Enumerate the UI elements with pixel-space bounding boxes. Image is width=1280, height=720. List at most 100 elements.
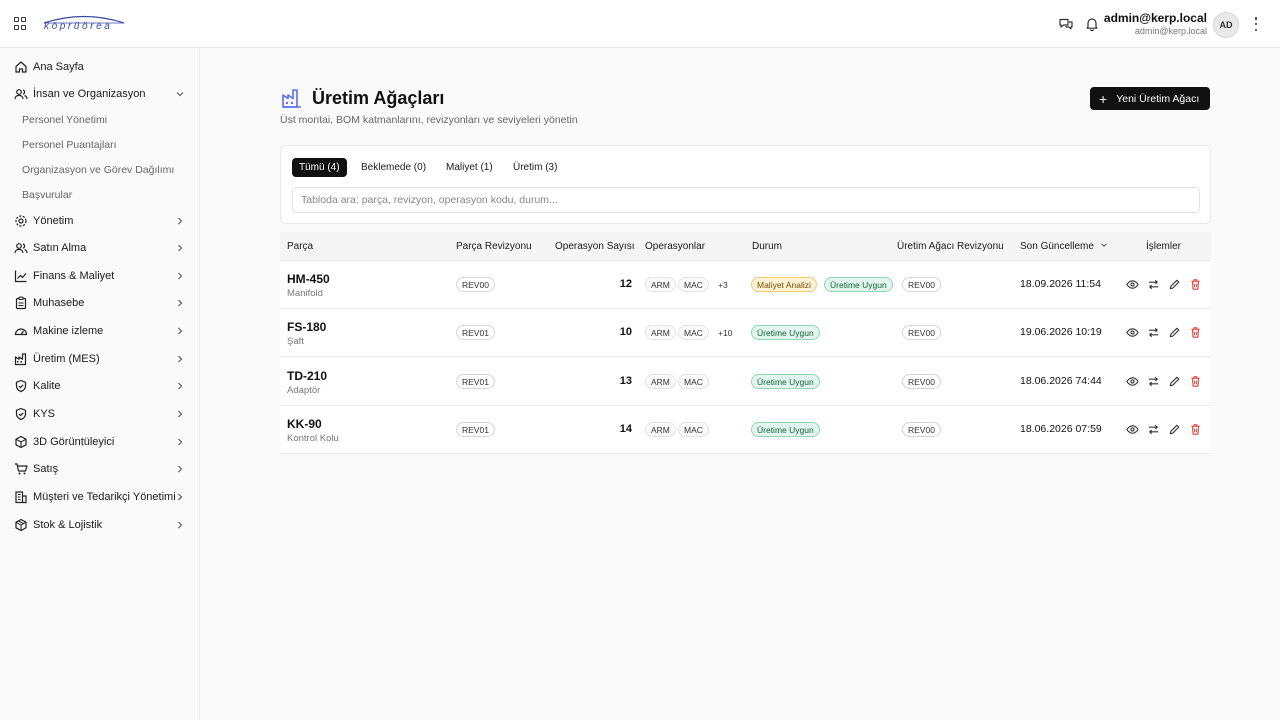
bell-icon[interactable] — [1084, 16, 1100, 32]
sidebar-item-satis[interactable]: Satış — [0, 457, 200, 481]
table-row[interactable]: TD-210 Adaptör REV01 13 ARM MAC Üretime … — [280, 358, 1211, 406]
logo[interactable]: köprüörea — [42, 14, 132, 36]
operation-chip: ARM — [645, 374, 676, 389]
page-subtitle: Üst montai, BOM katmanlarını, revizyonla… — [280, 114, 578, 126]
part-revision-badge: REV01 — [456, 374, 495, 389]
trash-icon[interactable] — [1189, 423, 1202, 436]
part-name: Kontrol Kolu — [287, 433, 339, 444]
operation-count: 14 — [619, 423, 632, 435]
last-updated: 18.06.2026 74:44 — [1020, 375, 1102, 387]
bom-revision-badge: REV00 — [902, 374, 941, 389]
column-header-uretim-agaci-revizyonu[interactable]: Üretim Ağacı Revizyonu — [897, 241, 1004, 252]
more-vertical-icon[interactable] — [1252, 17, 1260, 31]
sidebar-subitem-organizasyon[interactable]: Organizasyon ve Görev Dağılımı — [22, 164, 174, 176]
tab-uretim[interactable]: Üretim (3) — [506, 158, 564, 177]
trash-icon[interactable] — [1189, 326, 1202, 339]
edit-icon[interactable] — [1168, 278, 1181, 291]
column-header-son-guncelleme[interactable]: Son Güncelleme — [1020, 241, 1108, 252]
column-header-operasyonlar[interactable]: Operasyonlar — [645, 241, 705, 252]
cart-icon — [15, 463, 28, 475]
sidebar-item-label: Üretim (MES) — [33, 353, 100, 365]
eye-icon[interactable] — [1126, 278, 1139, 291]
operation-chip: MAC — [678, 374, 709, 389]
gauge-icon — [14, 328, 28, 336]
user-info[interactable]: admin@kerp.local admin@kerp.local — [1104, 11, 1207, 37]
trash-icon[interactable] — [1189, 278, 1202, 291]
sidebar-subitem-basvurular[interactable]: Başvurular — [22, 189, 72, 201]
users-icon — [14, 89, 28, 100]
sidebar-item-finans-maliyet[interactable]: Finans & Maliyet — [0, 264, 200, 288]
compare-arrows-icon[interactable] — [1147, 326, 1160, 339]
plus-icon: + — [1099, 90, 1108, 107]
table-row[interactable]: HM-450 Manifold REV00 12 ARM MAC +3 Mali… — [280, 261, 1211, 309]
sidebar-item-label: Müşteri ve Tedarikçi Yönetimi — [33, 491, 176, 503]
part-code[interactable]: FS-180 — [287, 320, 326, 334]
column-header-operasyon-sayisi[interactable]: Operasyon Sayısı — [555, 241, 634, 252]
sidebar-item-uretim-mes[interactable]: Üretim (MES) — [0, 347, 200, 371]
sidebar-subitem-personel-yonetimi[interactable]: Personel Yönetimi — [22, 114, 107, 126]
apps-grid-icon[interactable] — [14, 17, 28, 31]
part-code[interactable]: KK-90 — [287, 417, 322, 431]
chevron-right-icon — [178, 438, 183, 446]
sidebar-item-ana-sayfa[interactable]: Ana Sayfa — [0, 55, 200, 79]
sidebar-item-satin-alma[interactable]: Satın Alma — [0, 236, 200, 260]
eye-icon[interactable] — [1126, 423, 1139, 436]
users-icon — [14, 243, 28, 254]
sidebar-item-stok-lojistik[interactable]: Stok & Lojistik — [0, 513, 200, 537]
chat-icon[interactable] — [1058, 16, 1074, 32]
sidebar-subitem-personel-puantajlari[interactable]: Personel Puantajları — [22, 139, 117, 151]
operation-chip: MAC — [678, 325, 709, 340]
part-code[interactable]: TD-210 — [287, 369, 327, 383]
sidebar-item-label: İnsan ve Organizasyon — [33, 88, 146, 100]
operation-chip: MAC — [678, 277, 709, 292]
sidebar-item-3d-goruntuleyici[interactable]: 3D Görüntüleyici — [0, 430, 200, 454]
avatar[interactable]: AD — [1213, 12, 1239, 38]
column-header-parca-revizyonu[interactable]: Parça Revizyonu — [456, 241, 532, 252]
sidebar-item-kalite[interactable]: Kalite — [0, 374, 200, 398]
sidebar-item-label: Satın Alma — [33, 242, 87, 254]
compare-arrows-icon[interactable] — [1147, 375, 1160, 388]
tab-beklemede[interactable]: Beklemede (0) — [354, 158, 433, 177]
table-search-input[interactable] — [292, 187, 1200, 213]
status-badge: Üretime Uygun — [751, 325, 820, 340]
tab-maliyet[interactable]: Maliyet (1) — [439, 158, 500, 177]
column-header-durum[interactable]: Durum — [752, 241, 782, 252]
compare-arrows-icon[interactable] — [1147, 278, 1160, 291]
part-code[interactable]: HM-450 — [287, 272, 330, 286]
part-name: Şaft — [287, 336, 304, 347]
sidebar-item-label: Finans & Maliyet — [33, 270, 115, 282]
edit-icon[interactable] — [1168, 423, 1181, 436]
sidebar-item-makine-izleme[interactable]: Makine izleme — [0, 319, 200, 343]
part-revision-badge: REV01 — [456, 422, 495, 437]
operation-more-count[interactable]: +10 — [713, 325, 737, 340]
part-revision-badge: REV01 — [456, 325, 495, 340]
operation-more-count[interactable]: +3 — [713, 277, 733, 292]
last-updated: 18.09.2026 11:54 — [1020, 278, 1101, 290]
sidebar-item-label: Ana Sayfa — [33, 61, 84, 73]
compare-arrows-icon[interactable] — [1147, 423, 1160, 436]
edit-icon[interactable] — [1168, 326, 1181, 339]
gear-icon — [15, 215, 27, 227]
sidebar-item-muhasebe[interactable]: Muhasebe — [0, 291, 200, 315]
page-title: Üretim Ağaçları — [312, 88, 445, 108]
table-row[interactable]: KK-90 Kontrol Kolu REV01 14 ARM MAC Üret… — [280, 406, 1211, 454]
top-bar: köprüörea admin@kerp.local admin@kerp.lo… — [0, 0, 1280, 48]
column-header-parca[interactable]: Parça — [287, 241, 313, 252]
tab-tumu[interactable]: Tümü (4) — [292, 158, 347, 177]
part-name: Adaptör — [287, 385, 321, 396]
table-row[interactable]: FS-180 Şaft REV01 10 ARM MAC +10 Üretime… — [280, 309, 1211, 357]
edit-icon[interactable] — [1168, 375, 1181, 388]
eye-icon[interactable] — [1126, 326, 1139, 339]
operation-chip: ARM — [645, 422, 676, 437]
sidebar-item-musteri-ve-tedarikci[interactable]: Müşteri ve Tedarikçi Yönetimi — [0, 485, 200, 509]
sidebar-item-yonetim[interactable]: Yönetim — [0, 209, 200, 233]
new-production-tree-button[interactable]: + Yeni Üretim Ağacı — [1090, 87, 1210, 110]
trash-icon[interactable] — [1189, 375, 1202, 388]
eye-icon[interactable] — [1126, 375, 1139, 388]
sidebar-item-insan-ve-organizasyon[interactable]: İnsan ve Organizasyon — [0, 82, 200, 106]
status-badge: Maliyet Analizi — [751, 277, 817, 292]
status-badge: Üretime Uygun — [751, 374, 820, 389]
bom-revision-badge: REV00 — [902, 325, 941, 340]
sidebar-item-kys[interactable]: KYS — [0, 402, 200, 426]
chevron-right-icon — [178, 465, 183, 473]
